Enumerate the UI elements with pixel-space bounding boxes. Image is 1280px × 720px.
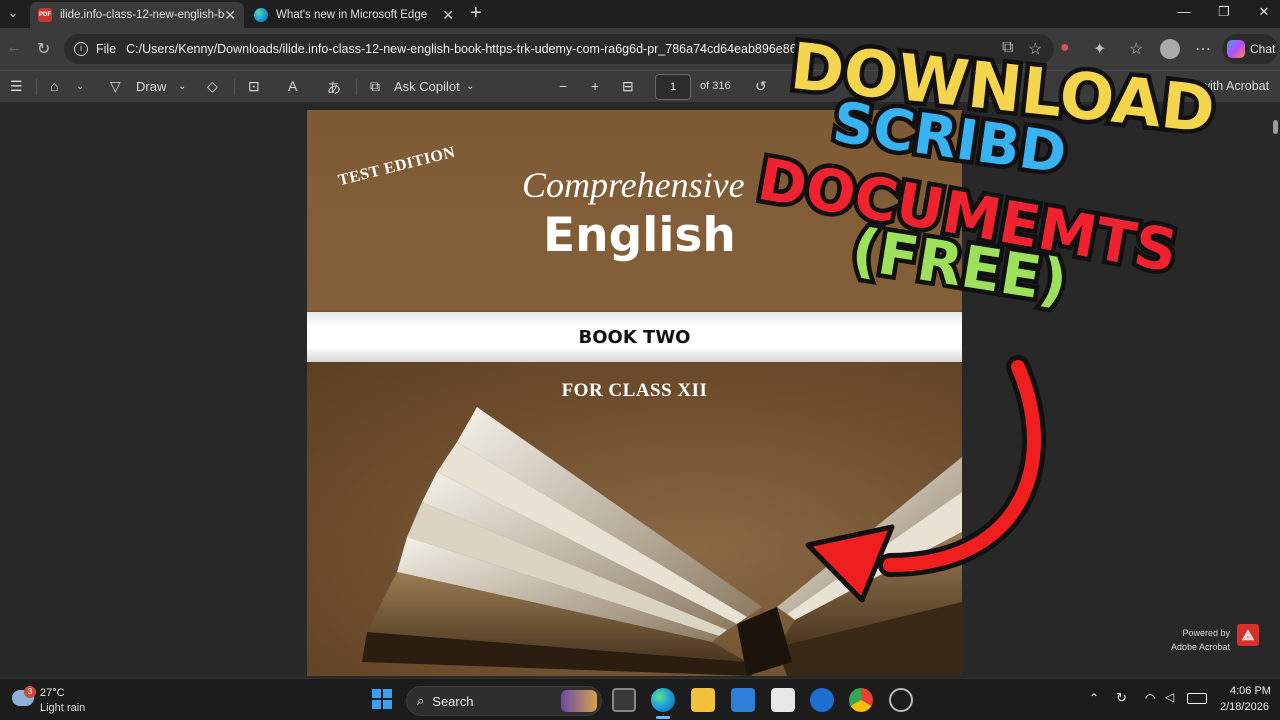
search-icon: ⌕ bbox=[417, 693, 425, 708]
red-arrow-overlay bbox=[805, 355, 1046, 603]
app-icon[interactable] bbox=[889, 688, 913, 712]
copilot-chat-button[interactable]: Chat bbox=[1222, 34, 1278, 64]
text-box-icon[interactable]: ⊡ bbox=[248, 78, 260, 95]
taskbar-search[interactable]: ⌕ Search bbox=[406, 686, 602, 716]
read-aloud-icon[interactable]: A bbox=[288, 78, 297, 94]
chevron-down-icon[interactable]: ⌄ bbox=[466, 81, 474, 92]
volume-icon[interactable]: ◁ bbox=[1165, 690, 1174, 704]
chevron-down-icon[interactable]: ⌄ bbox=[76, 81, 84, 92]
back-icon[interactable]: ← bbox=[6, 39, 22, 57]
pdf-viewer[interactable]: TEST EDITION Comprehensive English BOOK … bbox=[0, 102, 1280, 678]
battery-icon[interactable] bbox=[1187, 693, 1207, 704]
cover-subtitle: Comprehensive bbox=[522, 165, 745, 205]
info-icon[interactable]: i bbox=[74, 42, 88, 56]
taskbar: 3 27°C Light rain ⌕ Search ⌃ ↻ ◠ ◁ 4:06 … bbox=[0, 678, 1280, 720]
draw-label[interactable]: Draw bbox=[136, 79, 166, 94]
more-menu-icon[interactable]: ⋯ bbox=[1195, 39, 1211, 59]
tab-strip: ⌄ PDF ilide.info-class-12-new-english-bo… bbox=[0, 0, 1280, 28]
windows-start-icon[interactable] bbox=[371, 688, 395, 712]
ask-copilot-label[interactable]: Ask Copilot bbox=[394, 79, 460, 94]
show-hidden-icons-icon[interactable]: ⌃ bbox=[1089, 691, 1099, 705]
chrome-icon[interactable] bbox=[849, 688, 873, 712]
favorites-icon[interactable]: ☆ bbox=[1129, 39, 1143, 59]
scrollbar-thumb[interactable] bbox=[1273, 120, 1278, 134]
sync-icon[interactable]: ↻ bbox=[1116, 690, 1127, 706]
weather-badge: 3 bbox=[24, 686, 36, 698]
divider bbox=[36, 79, 37, 95]
translate-icon[interactable]: あ bbox=[327, 78, 341, 98]
active-app-indicator bbox=[656, 716, 670, 719]
vertical-scrollbar[interactable] bbox=[1270, 102, 1280, 678]
copilot-icon bbox=[1227, 40, 1245, 58]
zoom-out-icon[interactable]: − bbox=[559, 78, 567, 94]
store-icon[interactable] bbox=[731, 688, 755, 712]
weather-desc: Light rain bbox=[40, 702, 86, 714]
book-label: BOOK TWO bbox=[578, 327, 691, 348]
search-label: Search bbox=[432, 693, 474, 709]
adobe-acrobat-logo-icon: ⟁ bbox=[1237, 624, 1259, 646]
pdf-favicon-icon: PDF bbox=[38, 8, 52, 22]
edge-favicon-icon bbox=[254, 8, 268, 22]
chat-label: Chat bbox=[1250, 42, 1276, 56]
profile-avatar[interactable] bbox=[1160, 39, 1180, 59]
cover-title: English bbox=[543, 208, 736, 263]
eraser-icon[interactable]: ◇ bbox=[207, 78, 218, 95]
draw-icon[interactable]: ▽ bbox=[110, 78, 121, 95]
powered-by-line1: Powered by bbox=[1182, 628, 1230, 638]
close-icon[interactable]: ✕ bbox=[442, 7, 454, 24]
extensions-puzzle-icon[interactable]: ✦ bbox=[1093, 39, 1106, 59]
powered-by-label: Powered by Adobe Acrobat bbox=[1168, 626, 1230, 654]
clock-time[interactable]: 4:06 PM bbox=[1230, 685, 1271, 697]
weather-widget[interactable]: 3 27°C Light rain bbox=[8, 684, 108, 716]
outlook-icon[interactable] bbox=[771, 688, 795, 712]
clock-date[interactable]: 2/18/2026 bbox=[1220, 701, 1269, 713]
tab-title: What's new in Microsoft Edge bbox=[276, 9, 428, 21]
file-explorer-icon[interactable] bbox=[691, 688, 715, 712]
edge-app-icon[interactable] bbox=[651, 688, 675, 712]
divider bbox=[356, 79, 357, 95]
maximize-icon[interactable]: ❐ bbox=[1204, 4, 1244, 24]
contents-list-icon[interactable]: ☰ bbox=[10, 78, 23, 95]
chevron-down-icon[interactable]: ⌄ bbox=[178, 81, 186, 92]
search-highlight-icon bbox=[561, 690, 597, 712]
page-number-input[interactable]: 1 bbox=[655, 74, 691, 100]
tab-pdf-document[interactable]: PDF ilide.info-class-12-new-english-book… bbox=[30, 2, 244, 28]
close-window-icon[interactable]: ✕ bbox=[1244, 4, 1280, 24]
tab-whats-new-edge[interactable]: What's new in Microsoft Edge ✕ bbox=[246, 2, 462, 28]
task-view-icon[interactable] bbox=[612, 688, 636, 712]
fit-page-icon[interactable]: ⊟ bbox=[622, 78, 634, 95]
highlight-icon[interactable]: ⌂ bbox=[50, 78, 58, 94]
protocol-label: File bbox=[96, 42, 117, 56]
page-total-label: of 316 bbox=[700, 80, 731, 92]
minimize-icon[interactable]: — bbox=[1164, 4, 1204, 24]
edition-label: TEST EDITION bbox=[336, 143, 458, 190]
wifi-icon[interactable]: ◠ bbox=[1145, 691, 1155, 705]
tab-actions-menu-icon[interactable]: ⌄ bbox=[8, 6, 18, 20]
divider bbox=[234, 79, 235, 95]
refresh-icon[interactable]: ↻ bbox=[37, 39, 50, 59]
weather-temp: 27°C bbox=[40, 687, 65, 699]
tab-title: ilide.info-class-12-new-english-book-htt… bbox=[60, 9, 225, 21]
zoom-in-icon[interactable]: + bbox=[591, 78, 599, 94]
rotate-icon[interactable]: ↺ bbox=[755, 78, 767, 95]
powered-by-line2: Adobe Acrobat bbox=[1170, 642, 1230, 652]
close-icon[interactable]: ✕ bbox=[224, 7, 236, 24]
new-tab-icon[interactable]: + bbox=[470, 2, 482, 25]
copilot-icon[interactable]: ⧉ bbox=[370, 78, 380, 95]
edge-dev-icon[interactable] bbox=[810, 688, 834, 712]
extension-icon[interactable]: ● bbox=[1060, 39, 1070, 57]
